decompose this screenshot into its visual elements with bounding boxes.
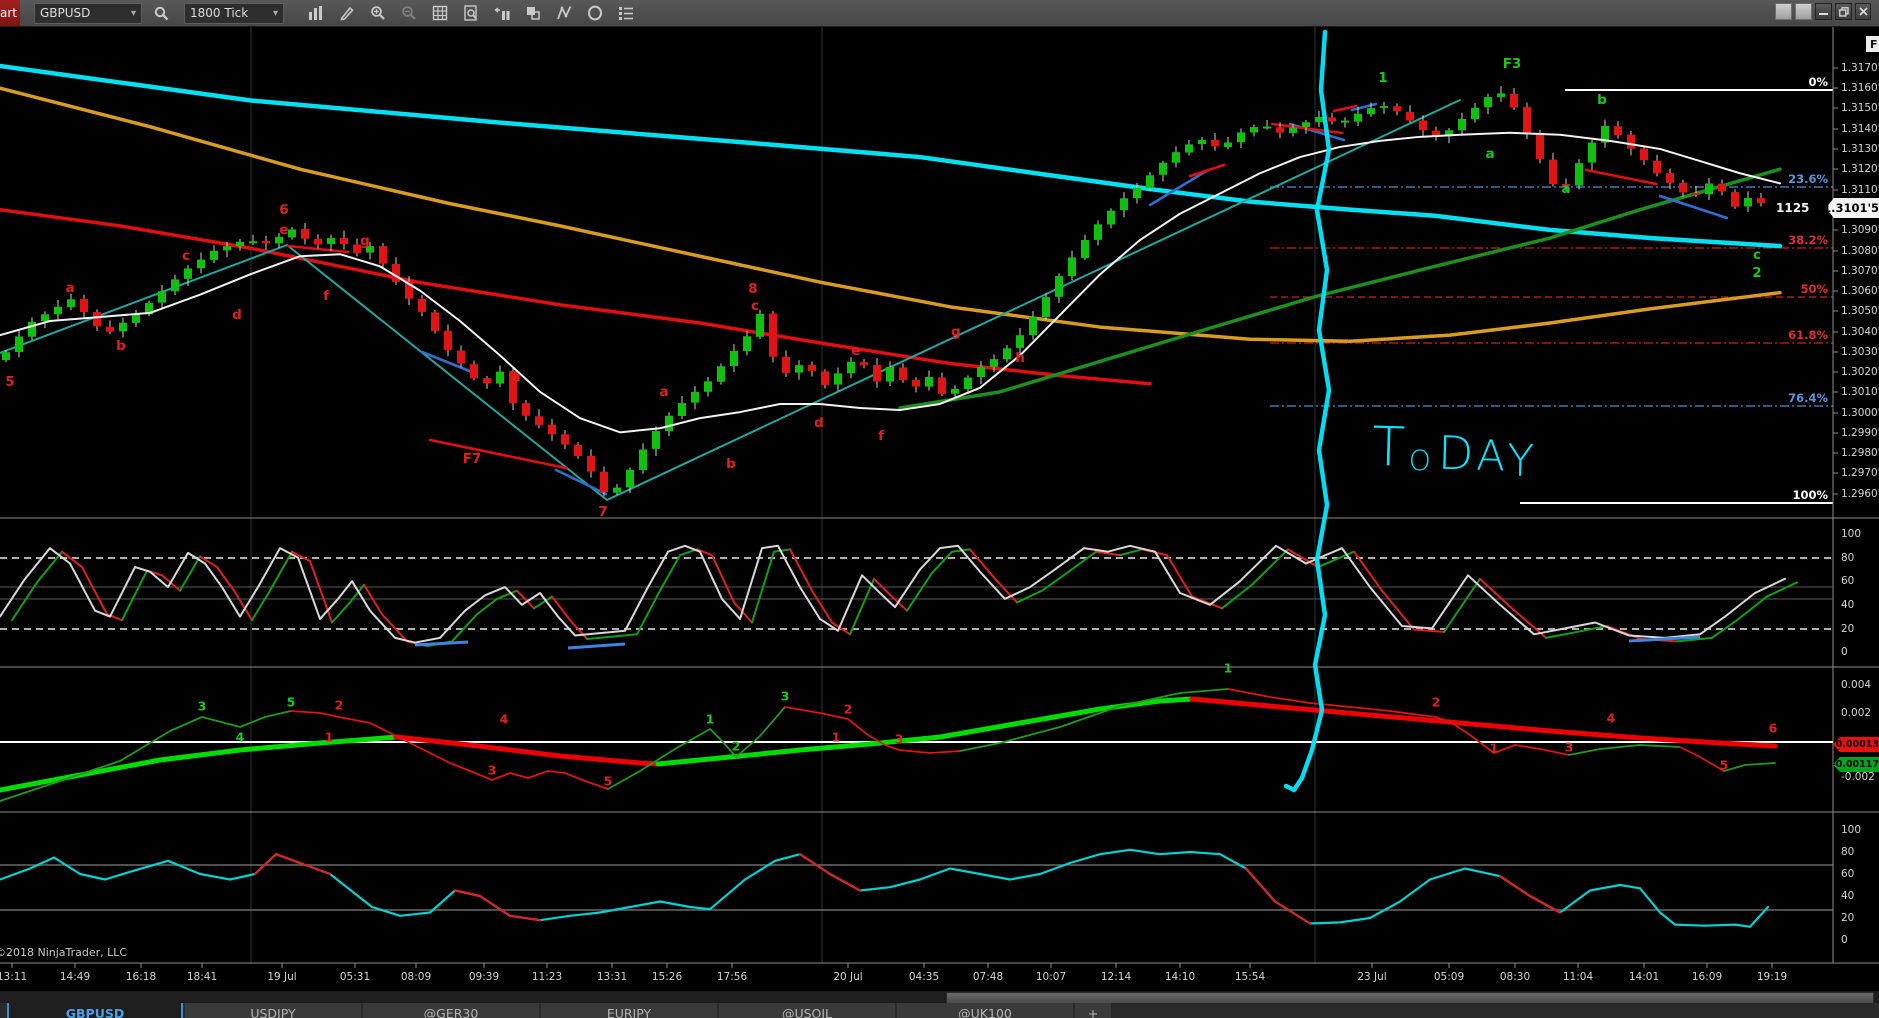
list-icon[interactable]: [613, 2, 639, 24]
layers-icon[interactable]: [520, 2, 546, 24]
ninjatrader-chart-window: art GBPUSD ▾ 1800 Tick ▾ 1.3170'01.3160'…: [0, 0, 1879, 1018]
instrument-value: GBPUSD: [40, 6, 91, 20]
instrument-select[interactable]: GBPUSD ▾: [34, 2, 142, 24]
search-icon[interactable]: [148, 2, 174, 24]
today-letter: Y: [1506, 435, 1535, 488]
interval-value: 1800 Tick: [190, 6, 249, 20]
tab-uk100[interactable]: @UK100: [897, 1003, 1073, 1018]
copyright-text: ©2018 NinjaTrader, LLC: [0, 946, 128, 959]
last-price-marker: 1.3101'5: [1826, 198, 1879, 218]
page-search-icon[interactable]: [458, 2, 484, 24]
close-button[interactable]: [1855, 3, 1871, 20]
add-tab-button[interactable]: +: [1075, 1003, 1111, 1018]
tab-eurjpy[interactable]: EURJPY: [541, 1003, 717, 1018]
indicator-value-marker: 0.00013: [1833, 737, 1879, 752]
interval-select[interactable]: 1800 Tick ▾: [184, 2, 284, 24]
chart-style-icon[interactable]: [489, 2, 515, 24]
window-tab-chart[interactable]: art: [0, 0, 20, 26]
today-letter: D: [1437, 425, 1475, 481]
tab-usdjpy[interactable]: USDJPY: [185, 1003, 361, 1018]
today-annotation: TODAY: [1371, 414, 1535, 488]
zoom-out-icon[interactable]: [396, 2, 422, 24]
zoom-in-icon[interactable]: [365, 2, 391, 24]
today-letter: A: [1475, 430, 1506, 481]
restore-button[interactable]: [1835, 3, 1852, 20]
tab-ger30[interactable]: @GER30: [363, 1003, 539, 1018]
chevron-down-icon: ▾: [272, 7, 278, 19]
axis-partial-box: F: [1866, 36, 1879, 52]
instrument-tab-bar: GBPUSD USDJPY @GER30 EURJPY @USOIL @UK100 +: [0, 1003, 1879, 1018]
bar-chart-icon[interactable]: [303, 2, 329, 24]
toolbar-button[interactable]: [1775, 3, 1792, 20]
tick-countdown: 1125: [1776, 201, 1810, 215]
tab-gbpusd[interactable]: GBPUSD: [7, 1003, 183, 1018]
chart-canvas[interactable]: [0, 0, 1879, 1018]
today-letter: T: [1371, 414, 1406, 479]
indicator-value-marker: -0.00117: [1833, 757, 1879, 772]
today-letter: O: [1408, 443, 1432, 478]
horizontal-scrollbar[interactable]: [0, 990, 1879, 1005]
chevron-down-icon: ▾: [130, 7, 136, 19]
tab-usoil[interactable]: @USOIL: [719, 1003, 895, 1018]
zigzag-icon[interactable]: [551, 2, 577, 24]
grid-icon[interactable]: [427, 2, 453, 24]
minimize-button[interactable]: [1815, 3, 1832, 20]
toolbar: art GBPUSD ▾ 1800 Tick ▾: [0, 0, 1879, 27]
pencil-icon[interactable]: [334, 2, 360, 24]
toolbar-button[interactable]: [1795, 3, 1812, 20]
ellipse-icon[interactable]: [582, 2, 608, 24]
